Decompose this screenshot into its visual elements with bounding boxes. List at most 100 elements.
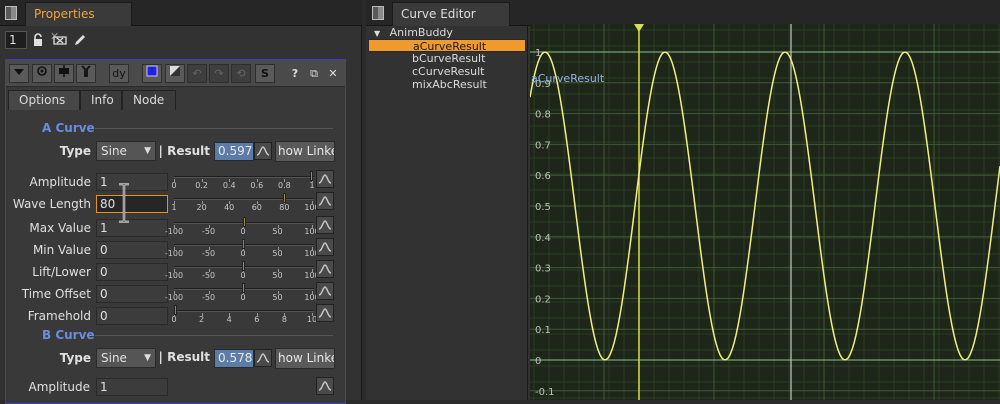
y-tick-label: 0.7 xyxy=(535,140,551,151)
b-type-value: Sine xyxy=(101,351,127,365)
curve-plot[interactable]: 10.90.80.70.60.50.40.30.20.10-0.1aCurveR… xyxy=(530,24,1000,400)
slider-knob[interactable] xyxy=(310,171,313,181)
lock-icon[interactable] xyxy=(30,33,46,47)
undo-icon[interactable]: ↶ xyxy=(187,64,207,83)
slider-knob[interactable] xyxy=(242,283,245,293)
pencil-icon[interactable] xyxy=(72,33,88,47)
a-amplitude-curve-icon[interactable] xyxy=(316,170,334,188)
max-panels-field[interactable]: 1 xyxy=(5,31,27,49)
b-amplitude-label: Amplitude xyxy=(28,380,91,394)
slider-tick-label: -50 xyxy=(201,271,216,280)
a-amplitude-slider[interactable]: 0 0.2 0.4 0.6 0.8 1 xyxy=(171,170,315,190)
close-panel-button[interactable]: ✕ xyxy=(323,64,343,83)
slider-knob[interactable] xyxy=(174,305,177,315)
a-lift-lower-curve-icon[interactable] xyxy=(316,260,334,278)
a-max-value-field[interactable]: 1 xyxy=(96,219,168,237)
b-result-curve-icon[interactable] xyxy=(254,349,272,367)
a-lift-lower-slider[interactable]: -100 -50 0 50 100 xyxy=(165,260,320,280)
a-result-value[interactable]: 0.5975 xyxy=(214,142,254,161)
clear-panels-icon[interactable] xyxy=(52,33,68,47)
slider-knob[interactable] xyxy=(282,193,286,203)
a-lift-lower-label: Lift/Lower xyxy=(32,265,91,279)
slider-tick-label: 80 xyxy=(279,203,290,212)
slider-tick-label: -50 xyxy=(201,249,216,258)
help-button[interactable]: ? xyxy=(285,64,305,83)
float-panel-button[interactable]: ⧉ xyxy=(304,64,324,83)
curve-icon xyxy=(318,264,332,274)
chevron-down-icon: ▼ xyxy=(144,146,151,156)
panel-menu-icon[interactable] xyxy=(372,6,384,20)
slider-track[interactable] xyxy=(174,176,314,178)
b-type-dropdown[interactable]: Sine ▼ xyxy=(96,348,156,368)
a-min-value-slider[interactable]: -100 -50 0 50 100 xyxy=(165,238,320,258)
slider-knob[interactable] xyxy=(242,239,245,249)
tree-item-bCurveResult[interactable]: bCurveResult xyxy=(412,52,485,65)
slider-track[interactable] xyxy=(174,198,314,200)
slider-track[interactable] xyxy=(174,310,314,312)
tree-item-mixAbcResult[interactable]: mixAbcResult xyxy=(412,78,487,91)
curve-icon xyxy=(318,174,332,184)
a-framehold-curve-icon[interactable] xyxy=(316,304,334,322)
a-type-dropdown[interactable]: Sine ▼ xyxy=(96,141,156,161)
y-tick-label: 0.6 xyxy=(535,171,551,182)
slider-tick-label: 0 xyxy=(240,227,246,236)
b-type-label: Type xyxy=(59,351,91,365)
a-lift-lower-field[interactable]: 0 xyxy=(96,263,168,281)
curve-name-label: aCurveResult xyxy=(531,72,605,85)
tab-properties[interactable]: Properties ✕ xyxy=(25,2,132,43)
tab-info[interactable]: Info xyxy=(80,90,122,110)
node-color-icon[interactable] xyxy=(142,64,162,83)
b-amplitude-field[interactable]: 1 xyxy=(96,378,168,396)
tab-curve-editor-label: Curve Editor xyxy=(401,7,476,21)
input-node-icon[interactable] xyxy=(54,64,74,83)
curve-icon xyxy=(256,146,270,156)
collapse-icon[interactable] xyxy=(9,64,29,83)
a-result-curve-icon[interactable] xyxy=(254,142,272,160)
a-wave-length-slider[interactable]: 1 20 40 60 80 100 xyxy=(171,192,320,212)
a-min-value-field[interactable]: 0 xyxy=(96,241,168,259)
b-amplitude-curve-icon[interactable] xyxy=(316,377,334,395)
a-framehold-slider[interactable]: 0 2 4 6 8 10 xyxy=(171,304,317,324)
slider-tick-label: -50 xyxy=(201,293,216,302)
curve-icon xyxy=(318,220,332,230)
slider-tick-label: 20 xyxy=(196,203,207,212)
expand-arrow-icon[interactable]: ▼ xyxy=(374,29,380,38)
slider-tick-label: 0.8 xyxy=(278,181,291,190)
tab-node[interactable]: Node xyxy=(122,90,176,110)
redo-icon[interactable]: ↷ xyxy=(209,64,229,83)
tree-item-aCurveResult[interactable]: aCurveResult xyxy=(368,39,526,53)
tab-options[interactable]: Options xyxy=(8,90,80,110)
curve-graph[interactable]: 1 0.9 0.8 0.7 0.6 0.5 0.4 0.3 0.2 0.1 0 -0.1 aCurveR… xyxy=(530,24,1000,400)
a-show-linked-button[interactable]: how Linke xyxy=(275,141,335,162)
tab-curve-editor[interactable]: Curve Editor ✕ xyxy=(392,2,510,43)
panel-menu-icon[interactable] xyxy=(5,6,17,20)
center-node-icon[interactable] xyxy=(32,64,52,83)
tree-item-cCurveResult[interactable]: cCurveResult xyxy=(412,65,485,78)
b-result-value[interactable]: 0.5782 xyxy=(214,349,254,368)
revert-icon[interactable]: ⟲ xyxy=(231,64,251,83)
a-framehold-field[interactable]: 0 xyxy=(96,307,168,325)
a-wave-length-curve-icon[interactable] xyxy=(316,192,334,210)
b-show-linked-button[interactable]: how Linke xyxy=(275,348,335,369)
chevron-down-icon: ▼ xyxy=(144,353,151,363)
a-amplitude-field[interactable]: 1 xyxy=(96,173,168,191)
slider-tick-label: 50 xyxy=(272,271,283,280)
a-max-value-slider[interactable]: -100 -50 0 50 100 xyxy=(165,216,320,236)
slider-knob[interactable] xyxy=(242,261,245,271)
wrench-icon[interactable] xyxy=(76,64,96,83)
a-max-value-curve-icon[interactable] xyxy=(316,216,334,234)
a-time-offset-slider[interactable]: -100 -50 0 50 100 xyxy=(165,282,320,302)
a-time-offset-field[interactable]: 0 xyxy=(96,285,168,303)
slider-tick-label: 0.4 xyxy=(222,181,236,190)
slider-knob[interactable] xyxy=(242,217,246,227)
a-min-value-curve-icon[interactable] xyxy=(316,238,334,256)
tree-root[interactable]: ▼ AnimBuddy xyxy=(374,26,453,39)
a-wave-length-field[interactable]: 80 xyxy=(96,195,168,213)
dy-button[interactable]: dy xyxy=(109,64,129,83)
tab-properties-label: Properties xyxy=(34,7,95,21)
s-button[interactable]: S xyxy=(255,64,275,83)
a-wave-length-label: Wave Length xyxy=(12,197,91,211)
playhead-marker-icon[interactable] xyxy=(634,24,644,32)
a-time-offset-curve-icon[interactable] xyxy=(316,282,334,300)
gl-color-icon[interactable] xyxy=(165,64,185,83)
